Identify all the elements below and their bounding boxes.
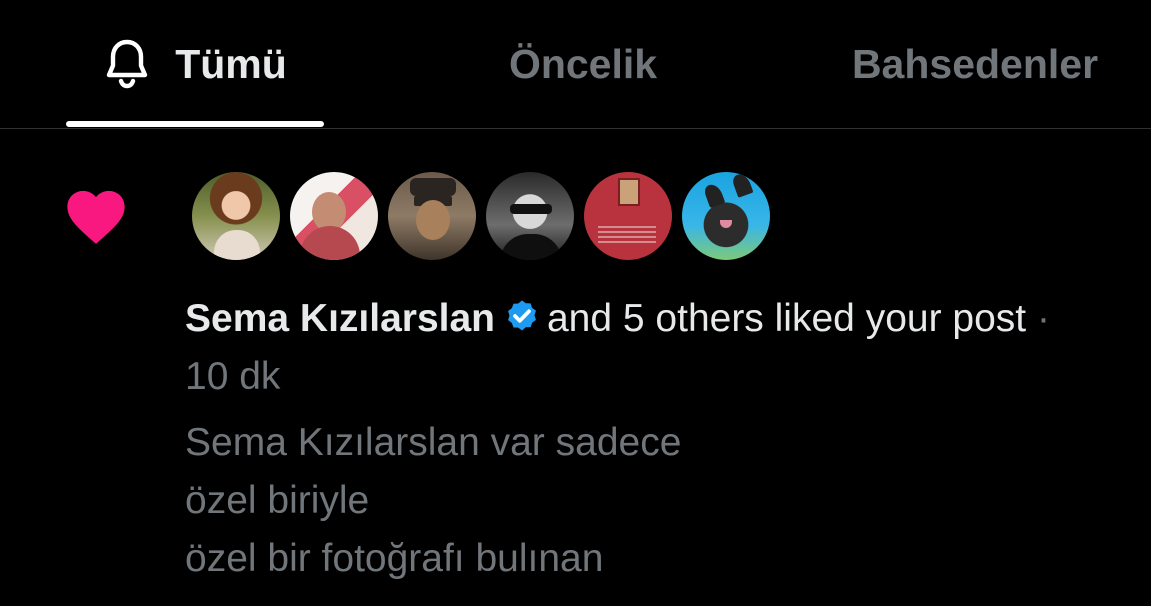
avatar[interactable] <box>286 168 382 264</box>
tab-mentions[interactable]: Bahsedenler <box>830 0 1120 128</box>
bell-icon <box>103 38 151 90</box>
snippet-line: Sema Kızılarslan var sadece <box>185 421 682 464</box>
separator: · <box>1026 297 1050 340</box>
tab-all[interactable]: Tümü <box>66 0 324 128</box>
actor-name[interactable]: Sema Kızılarslan <box>185 297 495 340</box>
heart-icon <box>62 186 130 246</box>
notification-tabs: Tümü Öncelik Bahsedenler <box>0 0 1151 129</box>
avatar[interactable] <box>188 168 284 264</box>
avatar[interactable] <box>580 168 676 264</box>
active-tab-indicator <box>66 121 324 127</box>
timestamp: 10 dk <box>185 355 281 398</box>
tab-all-label: Tümü <box>175 40 287 87</box>
tab-priority[interactable]: Öncelik <box>478 0 688 128</box>
post-snippet: Sema Kızılarslan var sadece özel biriyle… <box>185 414 1085 588</box>
snippet-line: özel biriyle <box>185 479 370 522</box>
avatar-stack <box>188 168 776 264</box>
avatar[interactable] <box>482 168 578 264</box>
verified-badge-icon <box>503 295 541 333</box>
avatar[interactable] <box>678 168 774 264</box>
snippet-line: özel bir fotoğrafı bulınan <box>185 537 604 580</box>
tab-mentions-label: Bahsedenler <box>851 40 1099 87</box>
avatar[interactable] <box>384 168 480 264</box>
tab-priority-label: Öncelik <box>508 40 658 87</box>
notification-text: Sema Kızılarslan and 5 others liked your … <box>185 290 1085 406</box>
action-text: and 5 others liked your post <box>546 297 1027 340</box>
